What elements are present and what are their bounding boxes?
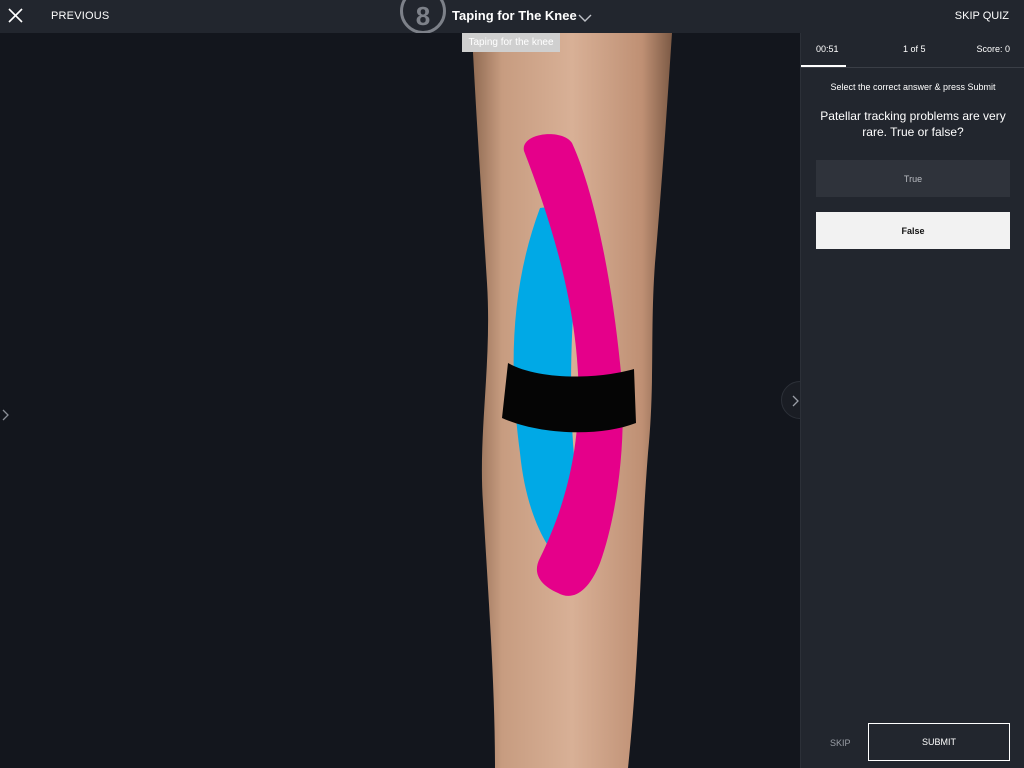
quiz-stats: 00:51 1 of 5 Score: 0 [801,33,1024,68]
divider [801,67,1024,68]
skip-quiz-button[interactable]: SKIP QUIZ [955,10,1009,22]
quiz-progress: 1 of 5 [903,44,926,54]
quiz-score: Score: 0 [976,44,1010,54]
quiz-question: Patellar tracking problems are very rare… [820,109,1006,139]
chevron-right-icon[interactable] [0,408,10,422]
lesson-number-badge: 8 [400,0,446,34]
quiz-panel: 00:51 1 of 5 Score: 0 Select the correct… [800,33,1024,768]
lesson-tooltip: Taping for the knee [462,33,560,52]
quiz-timer: 00:51 [816,44,839,54]
knee-model [472,33,672,768]
chevron-down-icon[interactable] [578,10,592,22]
top-bar: PREVIOUS 8 Taping for The Knee SKIP QUIZ [0,0,1024,34]
previous-button[interactable]: PREVIOUS [51,10,109,22]
answer-false-button[interactable]: False [816,212,1010,249]
close-icon[interactable] [6,6,26,26]
skip-button[interactable]: SKIP [830,738,851,748]
anatomy-viewer[interactable] [0,33,819,768]
lesson-title[interactable]: Taping for The Knee [452,8,577,23]
answer-true-button[interactable]: True [816,160,1010,197]
submit-button[interactable]: SUBMIT [868,723,1010,761]
quiz-instruction: Select the correct answer & press Submit [830,82,996,92]
